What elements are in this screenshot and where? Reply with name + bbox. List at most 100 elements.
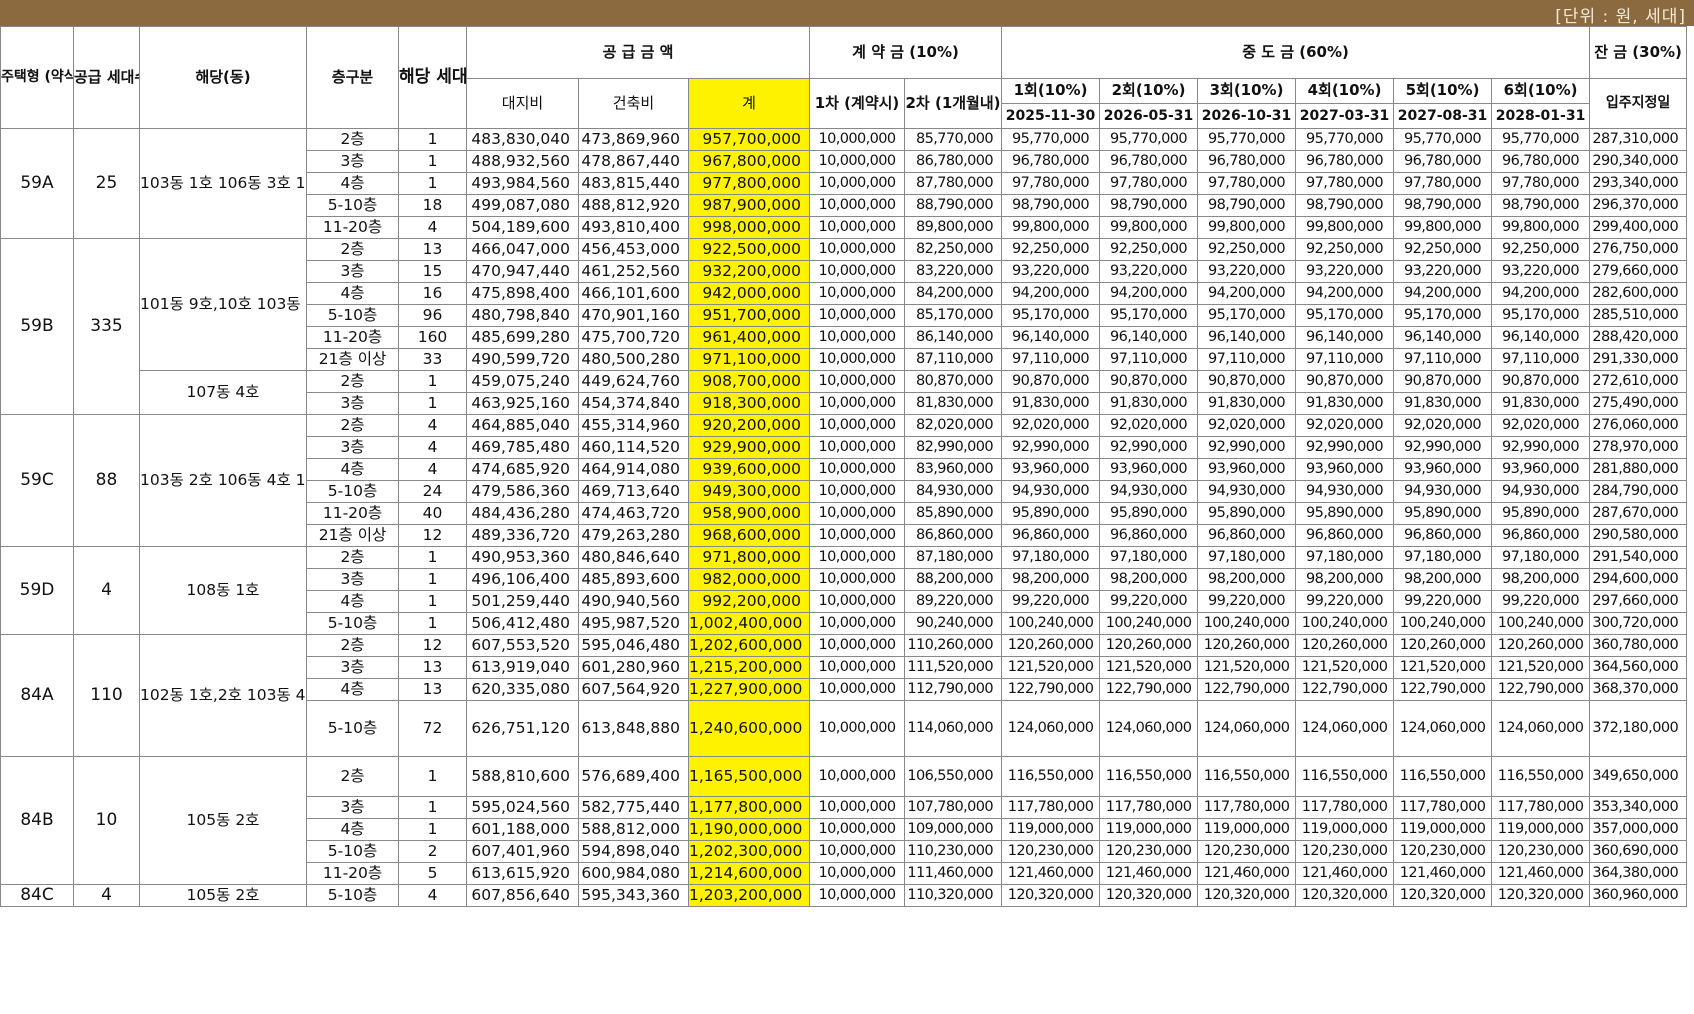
table-row: 84B 10 105동 2호 2층 1 588,810,600 576,689,400 1,1… <box>0 756 1688 885</box>
cell-middle-round-2: 90,870,000 <box>1099 370 1199 393</box>
cell-units: 1 <box>398 370 467 393</box>
cell-land: 459,075,240 <box>466 370 579 393</box>
cell-middle-round-1: 92,020,000 <box>1001 414 1101 437</box>
cell-middle-round-1: 94,930,000 <box>1001 480 1101 503</box>
cell-middle-round-3: 93,220,000 <box>1197 260 1297 283</box>
cell-floor: 4층 <box>306 458 399 481</box>
cell-floor: 11-20층 <box>306 326 399 349</box>
cell-contract-1: 10,000,000 <box>809 480 906 503</box>
cell-building: 460,114,520 <box>578 436 689 459</box>
cell-contract-2: 85,170,000 <box>904 304 1003 327</box>
cell-middle-round-6: 124,060,000 <box>1491 700 1591 757</box>
table-row: 59C88103동 2호 106동 4호 108동 2호 109동 4호2층44… <box>0 414 1688 547</box>
cell-middle-round-5: 121,460,000 <box>1393 862 1493 885</box>
cell-contract-1: 10,000,000 <box>809 656 906 679</box>
cell-middle-round-6: 96,860,000 <box>1491 524 1591 547</box>
cell-contract-2: 84,930,000 <box>904 480 1003 503</box>
cell-contract-2: 112,790,000 <box>904 678 1003 701</box>
table-row: 84C 4 105동 2호 5-10층 4 607,856,640 595,343,360 1… <box>0 884 1688 907</box>
cell-middle-round-3: 94,200,000 <box>1197 282 1297 305</box>
cell-middle-round-3: 97,110,000 <box>1197 348 1297 371</box>
cell-contract-1: 10,000,000 <box>809 546 906 569</box>
cell-middle-round-1: 121,460,000 <box>1001 862 1101 885</box>
cell-balance: 293,340,000 <box>1589 172 1688 195</box>
cell-floor: 3층 <box>306 260 399 283</box>
cell-building: 595,343,360 <box>578 884 689 907</box>
cell-contract-1: 10,000,000 <box>809 194 906 217</box>
cell-total: 951,700,000 <box>687 304 811 327</box>
cell-middle-round-5: 122,790,000 <box>1393 678 1493 701</box>
cell-units: 1 <box>398 392 467 415</box>
cell-supply-count: 4 <box>73 546 140 635</box>
cell-land: 595,024,560 <box>466 796 579 819</box>
cell-contract-1: 10,000,000 <box>809 238 906 261</box>
cell-land: 463,925,160 <box>466 392 579 415</box>
cell-floor: 3층 <box>306 392 399 415</box>
cell-middle-round-6: 117,780,000 <box>1491 796 1591 819</box>
cell-middle-round-2: 124,060,000 <box>1099 700 1199 757</box>
table-row: 107동 4호 2층 1 459,075,240 449,624,760 908,700,… <box>1 370 1688 415</box>
header-floor: 층구분 <box>306 26 399 129</box>
cell-land: 480,798,840 <box>466 304 579 327</box>
cell-total: 967,800,000 <box>687 150 811 173</box>
cell-contract-1: 10,000,000 <box>809 796 906 819</box>
cell-balance: 296,370,000 <box>1589 194 1688 217</box>
cell-middle-round-5: 90,870,000 <box>1393 370 1493 393</box>
cell-middle-round-4: 117,780,000 <box>1295 796 1395 819</box>
cell-building: 493,810,400 <box>578 216 689 239</box>
cell-total: 987,900,000 <box>687 194 811 217</box>
cell-middle-round-5: 120,320,000 <box>1393 884 1493 907</box>
cell-total: 971,800,000 <box>687 546 811 569</box>
cell-type: 84B <box>0 756 74 885</box>
cell-building: 474,463,720 <box>578 502 689 525</box>
cell-balance: 349,650,000 <box>1589 756 1688 797</box>
cell-total: 1,002,400,000 <box>687 612 811 635</box>
cell-middle-round-6: 120,260,000 <box>1491 634 1591 657</box>
cell-contract-1: 10,000,000 <box>809 862 906 885</box>
cell-contract-2: 83,220,000 <box>904 260 1003 283</box>
cell-middle-round-2: 119,000,000 <box>1099 818 1199 841</box>
cell-units: 5 <box>398 862 467 885</box>
cell-land: 466,047,000 <box>466 238 579 261</box>
cell-total: 949,300,000 <box>687 480 811 503</box>
cell-middle-round-2: 120,260,000 <box>1099 634 1199 657</box>
cell-floor: 2층 <box>306 238 399 261</box>
cell-type: 59D <box>0 546 74 635</box>
cell-middle-round-1: 93,220,000 <box>1001 260 1101 283</box>
cell-contract-2: 82,990,000 <box>904 436 1003 459</box>
cell-middle-round-3: 119,000,000 <box>1197 818 1297 841</box>
cell-units: 72 <box>398 700 467 757</box>
cell-dong: 103동 1호 106동 3호 109동 3호 <box>139 128 307 239</box>
cell-middle-round-1: 120,230,000 <box>1001 840 1101 863</box>
cell-contract-1: 10,000,000 <box>809 326 906 349</box>
cell-floor: 11-20층 <box>306 502 399 525</box>
header-supply-amount: 공 급 금 액 <box>465 26 811 79</box>
cell-middle-round-3: 90,870,000 <box>1197 370 1297 393</box>
cell-balance: 357,000,000 <box>1589 818 1688 841</box>
cell-land: 483,830,040 <box>466 128 579 151</box>
cell-middle-round-1: 97,780,000 <box>1001 172 1101 195</box>
cell-floor: 11-20층 <box>306 862 399 885</box>
cell-contract-1: 10,000,000 <box>809 756 906 797</box>
cell-middle-round-5: 98,200,000 <box>1393 568 1493 591</box>
cell-dong: 108동 1호 <box>139 546 307 635</box>
cell-middle-round-3: 95,890,000 <box>1197 502 1297 525</box>
cell-contract-1: 10,000,000 <box>809 634 906 657</box>
header-balance-date: 입주지정일 <box>1589 78 1688 129</box>
cell-middle-round-6: 93,220,000 <box>1491 260 1591 283</box>
cell-land: 499,087,080 <box>466 194 579 217</box>
cell-balance: 353,340,000 <box>1589 796 1688 819</box>
cell-units: 1 <box>398 756 467 797</box>
cell-building: 473,869,960 <box>578 128 689 151</box>
cell-middle-round-3: 100,240,000 <box>1197 612 1297 635</box>
cell-contract-2: 114,060,000 <box>904 700 1003 757</box>
cell-land: 607,553,520 <box>466 634 579 657</box>
cell-middle-round-3: 124,060,000 <box>1197 700 1297 757</box>
cell-middle-round-5: 124,060,000 <box>1393 700 1493 757</box>
cell-land: 613,919,040 <box>466 656 579 679</box>
cell-middle-round-1: 90,870,000 <box>1001 370 1101 393</box>
cell-total: 1,165,500,000 <box>687 756 811 797</box>
cell-floor: 2층 <box>306 128 399 151</box>
cell-floor: 2층 <box>306 634 399 657</box>
cell-middle-round-6: 97,180,000 <box>1491 546 1591 569</box>
